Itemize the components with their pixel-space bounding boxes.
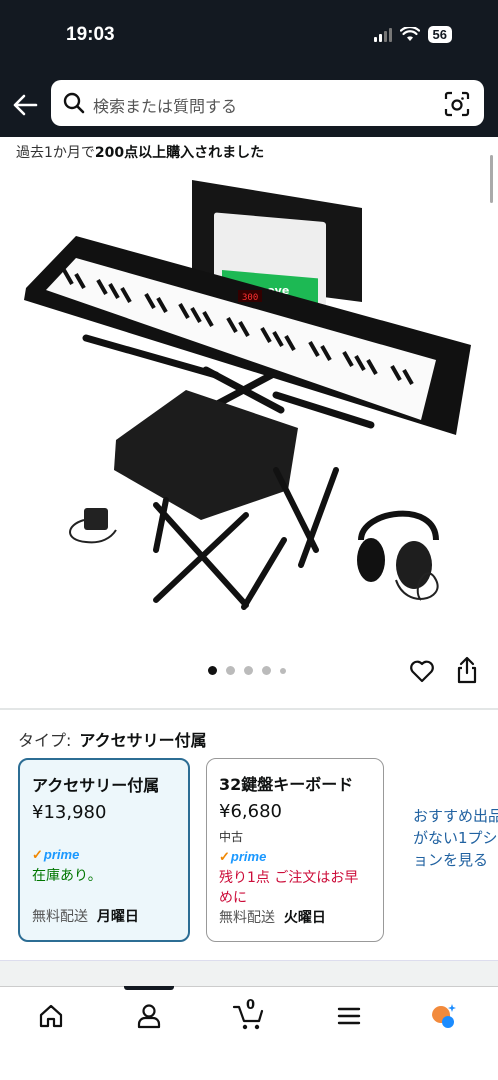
cellular-signal-icon [373,27,392,42]
shipping-label: 無料配送 [32,909,88,925]
prime-label: prime [230,849,267,864]
prime-check-icon: ✓ [32,847,43,862]
cart-count: 0 [246,998,256,1013]
option-stock: 在庫あり。 [32,868,102,884]
more-options-text[interactable]: おすすめ出品がない1プションを見る [413,805,498,871]
prime-label: prime [43,847,80,862]
led-display-text: 300 [242,293,258,303]
status-time: 19:03 [66,24,115,45]
carousel-dot[interactable] [262,666,271,675]
carousel-dot[interactable] [280,667,286,674]
purchase-count-prefix: 過去1か月で [16,145,95,161]
power-adapter [69,508,117,544]
shipping-label: 無料配送 [219,910,275,926]
option-condition: 中古 [219,830,244,844]
share-icon[interactable] [455,656,479,684]
rufus-icon[interactable] [428,1001,458,1031]
account-icon[interactable] [134,1001,164,1031]
search-icon [63,92,85,114]
option-shipping: 無料配送 月曜日 [32,906,139,926]
option-price: ¥13,980 [32,802,107,823]
shipping-day: 火曜日 [283,910,326,926]
carousel-dot[interactable] [226,666,235,675]
variation-option-32-key[interactable]: 32鍵盤キーボード ¥6,680 中古 ✓prime 残り1点 ご注文はお早めに… [206,758,384,942]
option-title: 32鍵盤キーボード [219,775,354,794]
headphones [357,510,439,601]
arrow-left-icon[interactable] [12,92,38,118]
bottom-separator [0,960,498,986]
variation-label: タイプ: アクセサリー付属 [18,727,207,751]
purchase-count-bold: 200点以上購入されました [94,145,265,161]
shipping-day: 月曜日 [96,909,139,925]
battery-level: 56 [427,26,452,43]
product-image[interactable]: skoove 300 [16,170,482,640]
top-header: 19:03 56 検索または質問する [0,0,498,137]
cart-tab[interactable]: 0 [232,998,266,1031]
prime-badge: ✓prime [219,849,371,865]
purchase-count-text: 過去1か月で200点以上購入されました [16,142,264,162]
variation-option-accessories[interactable]: アクセサリー付属 ¥13,980 ✓prime 在庫あり。 無料配送 月曜日 [18,758,190,942]
active-tab-indicator [124,986,174,990]
prime-badge: ✓prime [32,847,176,863]
camera-icon[interactable] [444,91,470,117]
section-divider [0,708,498,710]
menu-icon[interactable] [334,1001,364,1031]
status-icons: 56 [373,26,452,43]
more-options-link[interactable]: おすすめ出品がない1プションを見る [413,805,498,871]
search-bar[interactable]: 検索または質問する [51,80,484,126]
variation-selected-value: アクセサリー付属 [79,731,207,750]
option-stock: 残り1点 ご注文はお早めに [219,870,359,906]
carousel-dot[interactable] [244,666,253,675]
prime-check-icon: ✓ [219,849,230,864]
option-price: ¥6,680 [219,801,282,822]
heart-icon[interactable] [409,658,435,684]
home-icon[interactable] [36,1001,66,1031]
variation-key: タイプ: [18,731,72,750]
option-shipping: 無料配送 火曜日 [219,907,326,927]
option-title: アクセサリー付属 [32,776,160,795]
scrollbar[interactable] [490,155,493,203]
carousel-dot[interactable] [208,666,217,675]
wifi-icon [399,27,420,41]
search-input[interactable]: 検索または質問する [93,93,237,117]
bench-seat [114,390,298,520]
carousel-dots[interactable] [208,666,286,675]
